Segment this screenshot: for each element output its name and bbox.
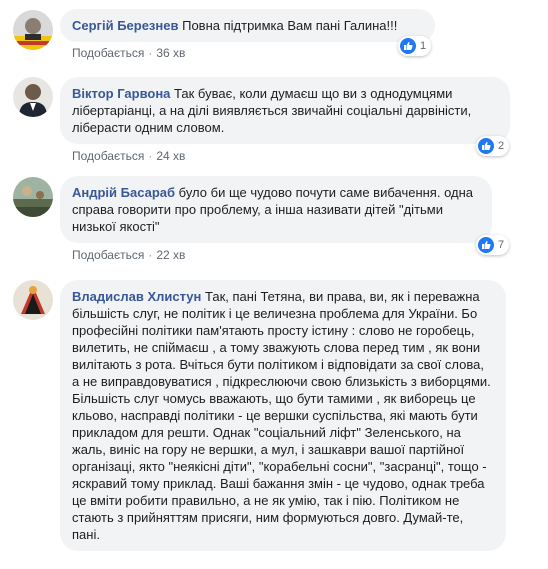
comment-author[interactable]: Віктор Гарвона [72, 86, 170, 101]
comment-time[interactable]: 24 хв [156, 149, 185, 163]
avatar[interactable] [13, 77, 53, 117]
like-icon [478, 138, 494, 154]
reaction-count[interactable]: 1 [398, 36, 432, 56]
like-button[interactable]: Подобається [72, 149, 144, 163]
meta-separator: · [148, 248, 153, 262]
comment-meta: Подобається · 22 хв [72, 248, 185, 262]
user-photo-icon [13, 280, 53, 320]
like-icon [400, 38, 416, 54]
reaction-count[interactable]: 2 [476, 136, 510, 156]
comment-bubble: Віктор Гарвона Так буває, коли думаєш що… [60, 77, 510, 144]
like-button[interactable]: Подобається [72, 248, 144, 262]
like-button[interactable]: Подобається [72, 46, 144, 60]
comment-time[interactable]: 36 хв [156, 46, 185, 60]
avatar[interactable] [13, 177, 53, 217]
comment-author[interactable]: Владислав Хлистун [72, 289, 201, 304]
like-icon [478, 237, 494, 253]
comment-time[interactable]: 22 хв [156, 248, 185, 262]
meta-separator: · [148, 46, 153, 60]
comment-meta: Подобається · 24 хв [72, 149, 185, 163]
comment-meta: Подобається · 36 хв [72, 46, 185, 60]
comment-bubble: Владислав Хлистун Так, пані Тетяна, ви п… [60, 280, 506, 551]
user-photo-icon [13, 177, 53, 217]
avatar[interactable] [13, 280, 53, 320]
user-photo-icon [13, 77, 53, 117]
reaction-number: 2 [498, 140, 505, 152]
user-photo-icon [13, 10, 53, 50]
comment-author[interactable]: Сергій Березнев [72, 18, 178, 33]
comment-bubble: Сергій Березнев Повна підтримка Вам пані… [60, 9, 435, 42]
meta-separator: · [148, 149, 153, 163]
comment-bubble: Андрій Басараб було би ще чудово почути … [60, 176, 492, 243]
comment-text: Так, пані Тетяна, ви права, ви, як і пер… [72, 289, 491, 542]
reaction-count[interactable]: 7 [476, 235, 510, 255]
comment-text: Повна підтримка Вам пані Галина!!! [182, 18, 398, 33]
comment-author[interactable]: Андрій Басараб [72, 185, 175, 200]
reaction-number: 1 [420, 40, 427, 52]
avatar[interactable] [13, 10, 53, 50]
reaction-number: 7 [498, 239, 505, 251]
